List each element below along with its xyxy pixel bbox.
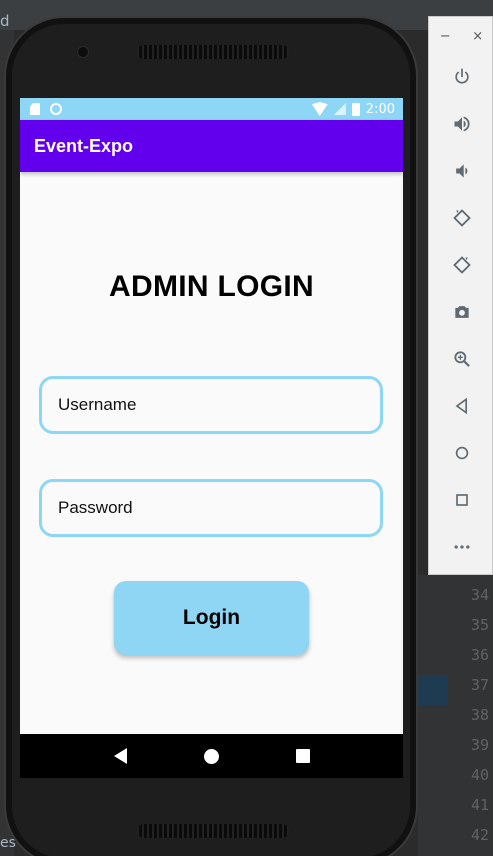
device-screen: 2:00 Event-Expo ADMIN LOGIN Username Pas…	[20, 98, 403, 778]
username-field[interactable]: Username	[39, 376, 383, 434]
camera-icon[interactable]	[429, 297, 493, 327]
wifi-icon	[311, 102, 328, 116]
battery-icon	[351, 102, 360, 116]
volume-up-icon[interactable]	[429, 109, 493, 139]
more-icon[interactable]	[429, 532, 493, 562]
ide-left-text: d	[0, 12, 10, 30]
earpiece-speaker	[137, 45, 289, 59]
line-number: 41	[470, 796, 489, 814]
power-icon[interactable]	[429, 62, 493, 92]
nav-recents-icon[interactable]	[295, 749, 310, 763]
password-placeholder: Password	[58, 498, 133, 517]
line-number: 34	[470, 586, 489, 604]
line-number: 40	[470, 766, 489, 784]
cell-signal-icon	[333, 103, 346, 115]
bottom-speaker	[137, 824, 289, 838]
overview-icon[interactable]	[429, 485, 493, 515]
sd-card-icon	[30, 103, 40, 115]
line-number: 38	[470, 706, 489, 724]
zoom-icon[interactable]	[429, 344, 493, 374]
line-number: 39	[470, 736, 489, 754]
line-numbers: 34 35 36 37 38 39 40 41 42	[460, 580, 493, 850]
front-camera	[77, 46, 89, 58]
login-button[interactable]: Login	[114, 581, 309, 655]
password-field[interactable]: Password	[39, 479, 383, 537]
line-number: 42	[470, 826, 489, 844]
app-bar: Event-Expo	[20, 120, 403, 172]
minimize-button[interactable]: −	[440, 29, 451, 44]
navigation-bar	[20, 734, 403, 778]
volume-down-icon[interactable]	[429, 156, 493, 186]
app-title: Event-Expo	[34, 135, 134, 156]
status-time: 2:00	[365, 101, 395, 117]
username-placeholder: Username	[58, 395, 137, 414]
page-title: ADMIN LOGIN	[109, 270, 314, 303]
sync-icon	[50, 103, 62, 115]
rotate-right-icon[interactable]	[429, 250, 493, 280]
line-number: 36	[470, 646, 489, 664]
back-icon[interactable]	[429, 391, 493, 421]
window-controls: − ×	[429, 29, 493, 44]
line-number: 37	[470, 676, 489, 694]
ide-selected-line	[418, 675, 448, 705]
close-button[interactable]: ×	[472, 29, 483, 44]
nav-back-icon[interactable]	[113, 748, 127, 764]
line-number: 35	[470, 616, 489, 634]
home-icon[interactable]	[429, 438, 493, 468]
rotate-left-icon[interactable]	[429, 203, 493, 233]
emulator-toolbar: − ×	[428, 16, 493, 575]
status-bar: 2:00	[20, 98, 403, 120]
nav-home-icon[interactable]	[203, 748, 219, 764]
